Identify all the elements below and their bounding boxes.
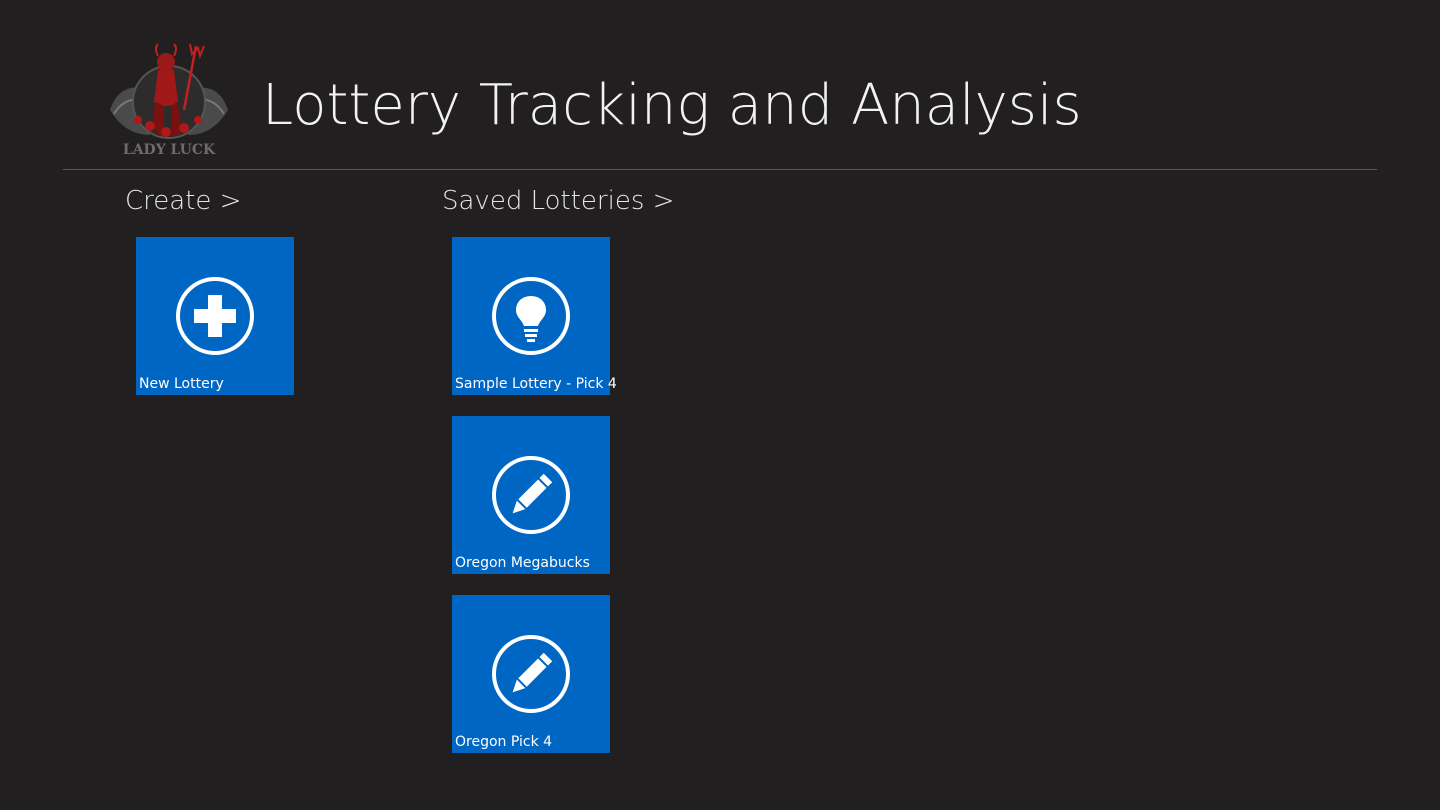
start-page: LADY LUCK Lottery Tracking and Analysis …: [0, 0, 1440, 810]
tile-label: Oregon Megabucks: [455, 555, 590, 571]
create-group-header[interactable]: Create >: [125, 186, 241, 216]
header-divider: [63, 169, 1377, 170]
saved-lotteries-group-header[interactable]: Saved Lotteries >: [442, 186, 674, 216]
plus-circle-icon: [176, 277, 254, 355]
oregon-megabucks-tile[interactable]: Oregon Megabucks: [452, 416, 610, 574]
sample-lottery-tile[interactable]: Sample Lottery - Pick 4: [452, 237, 617, 395]
tile-label: Oregon Pick 4: [455, 734, 553, 750]
pencil-icon: [492, 456, 570, 534]
svg-text:LADY LUCK: LADY LUCK: [123, 142, 216, 158]
lady-luck-logo: LADY LUCK: [110, 43, 228, 158]
lightbulb-icon: [492, 277, 570, 355]
app-title: Lottery Tracking and Analysis: [262, 73, 1082, 138]
tile-label: New Lottery: [139, 376, 224, 392]
new-lottery-tile[interactable]: New Lottery: [136, 237, 294, 395]
tile-label: Sample Lottery - Pick 4: [455, 376, 617, 392]
oregon-pick4-tile[interactable]: Oregon Pick 4: [452, 595, 610, 753]
pencil-icon: [492, 635, 570, 713]
